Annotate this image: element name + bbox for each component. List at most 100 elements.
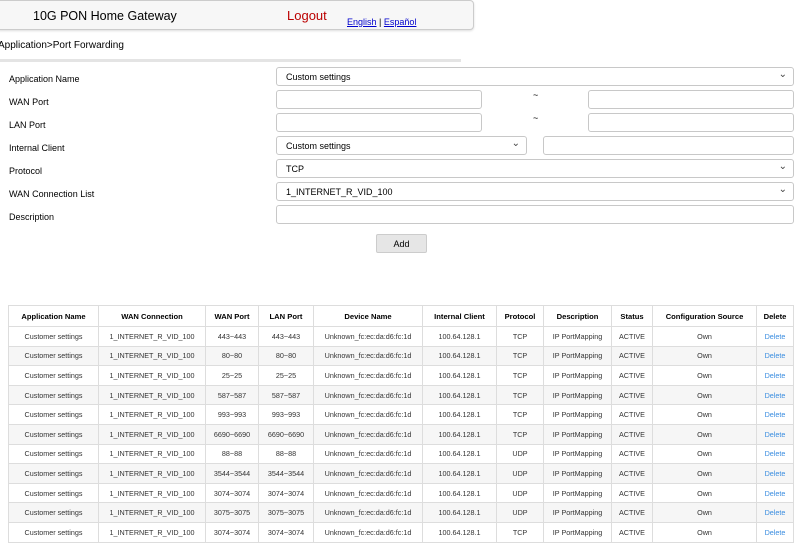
table-cell: Own <box>652 443 757 465</box>
lan-port-start-input[interactable] <box>276 113 482 132</box>
english-link[interactable]: English <box>347 17 377 27</box>
table-cell: 25~25 <box>258 365 314 386</box>
table-cell: 6690~6690 <box>205 423 259 445</box>
delete-link[interactable]: Delete <box>765 371 786 380</box>
lan-port-end-input[interactable] <box>588 113 794 132</box>
table-cell: ACTIVE <box>611 365 653 386</box>
table-cell: 100.64.128.1 <box>422 521 497 543</box>
app-title: 10G PON Home Gateway <box>33 9 177 23</box>
table-cell: TCP <box>496 521 544 543</box>
divider <box>0 59 461 62</box>
wan-port-end-input[interactable] <box>588 90 794 109</box>
table-cell: Delete <box>756 502 794 523</box>
wan-connection-select[interactable]: 1_INTERNET_R_VID_100 <box>276 182 794 201</box>
table-cell: Customer settings <box>8 443 99 465</box>
table-cell: Delete <box>756 326 794 347</box>
column-header: Description <box>543 305 612 327</box>
port-forwarding-table: Application Name WAN Connection WAN Port LA… <box>8 305 794 543</box>
table-cell: 993~993 <box>258 404 314 425</box>
table-cell: Unknown_fc:ec:da:d6:fc:1d <box>313 521 423 543</box>
table-cell: Unknown_fc:ec:da:d6:fc:1d <box>313 345 423 367</box>
table-header-row: Application Name WAN Connection WAN Port LA… <box>8 305 794 327</box>
table-cell: 100.64.128.1 <box>422 365 497 386</box>
table-cell: IP PortMapping <box>543 345 612 367</box>
table-cell: IP PortMapping <box>543 443 612 465</box>
delete-link[interactable]: Delete <box>765 351 786 360</box>
table-cell: Customer settings <box>8 326 99 347</box>
table-cell: IP PortMapping <box>543 384 612 406</box>
table-cell: 3544~3544 <box>205 463 259 484</box>
table-cell: 1_INTERNET_R_VID_100 <box>98 443 206 465</box>
wan-port-label: WAN Port <box>9 97 49 107</box>
table-cell: ACTIVE <box>611 384 653 406</box>
table-cell: 100.64.128.1 <box>422 443 497 465</box>
table-row: Customer settings 1_INTERNET_R_VID_100 88~… <box>8 443 794 465</box>
table-cell: Delete <box>756 521 794 543</box>
table-cell: Delete <box>756 463 794 484</box>
table-cell: 88~88 <box>258 443 314 465</box>
table-cell: TCP <box>496 384 544 406</box>
table-cell: 1_INTERNET_R_VID_100 <box>98 482 206 504</box>
add-button[interactable]: Add <box>376 234 427 253</box>
table-cell: IP PortMapping <box>543 365 612 386</box>
table-cell: IP PortMapping <box>543 463 612 484</box>
table-cell: TCP <box>496 326 544 347</box>
lang-separator: | <box>379 17 382 27</box>
description-input[interactable] <box>276 205 794 224</box>
table-cell: ACTIVE <box>611 521 653 543</box>
internal-client-select[interactable]: Custom settings <box>276 136 527 155</box>
table-cell: 3544~3544 <box>258 463 314 484</box>
logout-link[interactable]: Logout <box>287 8 327 23</box>
table-cell: Own <box>652 326 757 347</box>
delete-link[interactable]: Delete <box>765 449 786 458</box>
breadcrumb: Application>Port Forwarding <box>0 40 124 51</box>
column-header: Delete <box>756 305 794 327</box>
table-cell: Delete <box>756 365 794 386</box>
table-cell: Customer settings <box>8 502 99 523</box>
table-cell: 100.64.128.1 <box>422 482 497 504</box>
table-cell: 1_INTERNET_R_VID_100 <box>98 404 206 425</box>
table-cell: IP PortMapping <box>543 482 612 504</box>
table-row: Customer settings 1_INTERNET_R_VID_100 80~… <box>8 345 794 367</box>
table-row: Customer settings 1_INTERNET_R_VID_100 669… <box>8 423 794 445</box>
protocol-label: Protocol <box>9 166 43 176</box>
table-cell: Customer settings <box>8 404 99 425</box>
table-cell: 100.64.128.1 <box>422 345 497 367</box>
table-cell: 3074~3074 <box>258 521 314 543</box>
table-cell: 587~587 <box>258 384 314 406</box>
delete-link[interactable]: Delete <box>765 528 786 537</box>
protocol-select[interactable]: TCP <box>276 159 794 178</box>
table-cell: Unknown_fc:ec:da:d6:fc:1d <box>313 423 423 445</box>
table-cell: Unknown_fc:ec:da:d6:fc:1d <box>313 326 423 347</box>
wan-port-start-input[interactable] <box>276 90 482 109</box>
delete-link[interactable]: Delete <box>765 410 786 419</box>
table-cell: TCP <box>496 345 544 367</box>
internal-client-input[interactable] <box>543 136 794 155</box>
espanol-link[interactable]: Español <box>384 17 417 27</box>
delete-link[interactable]: Delete <box>765 508 786 517</box>
table-cell: Customer settings <box>8 521 99 543</box>
table-cell: ACTIVE <box>611 502 653 523</box>
table-cell: 1_INTERNET_R_VID_100 <box>98 384 206 406</box>
column-header: Application Name <box>8 305 99 327</box>
wan-connection-value: 1_INTERNET_R_VID_100 <box>286 186 393 197</box>
internal-client-value: Custom settings <box>286 140 351 151</box>
table-cell: UDP <box>496 482 544 504</box>
table-row: Customer settings 1_INTERNET_R_VID_100 993… <box>8 404 794 425</box>
app-name-value: Custom settings <box>286 71 351 82</box>
app-name-select[interactable]: Custom settings <box>276 67 794 86</box>
table-cell: UDP <box>496 463 544 484</box>
table-cell: Delete <box>756 482 794 504</box>
table-cell: 1_INTERNET_R_VID_100 <box>98 521 206 543</box>
table-cell: 1_INTERNET_R_VID_100 <box>98 423 206 445</box>
table-cell: Own <box>652 463 757 484</box>
table-cell: Customer settings <box>8 365 99 386</box>
delete-link[interactable]: Delete <box>765 489 786 498</box>
delete-link[interactable]: Delete <box>765 469 786 478</box>
delete-link[interactable]: Delete <box>765 430 786 439</box>
table-cell: 3075~3075 <box>205 502 259 523</box>
delete-link[interactable]: Delete <box>765 391 786 400</box>
table-cell: IP PortMapping <box>543 502 612 523</box>
delete-link[interactable]: Delete <box>765 332 786 341</box>
lan-port-label: LAN Port <box>9 120 46 130</box>
